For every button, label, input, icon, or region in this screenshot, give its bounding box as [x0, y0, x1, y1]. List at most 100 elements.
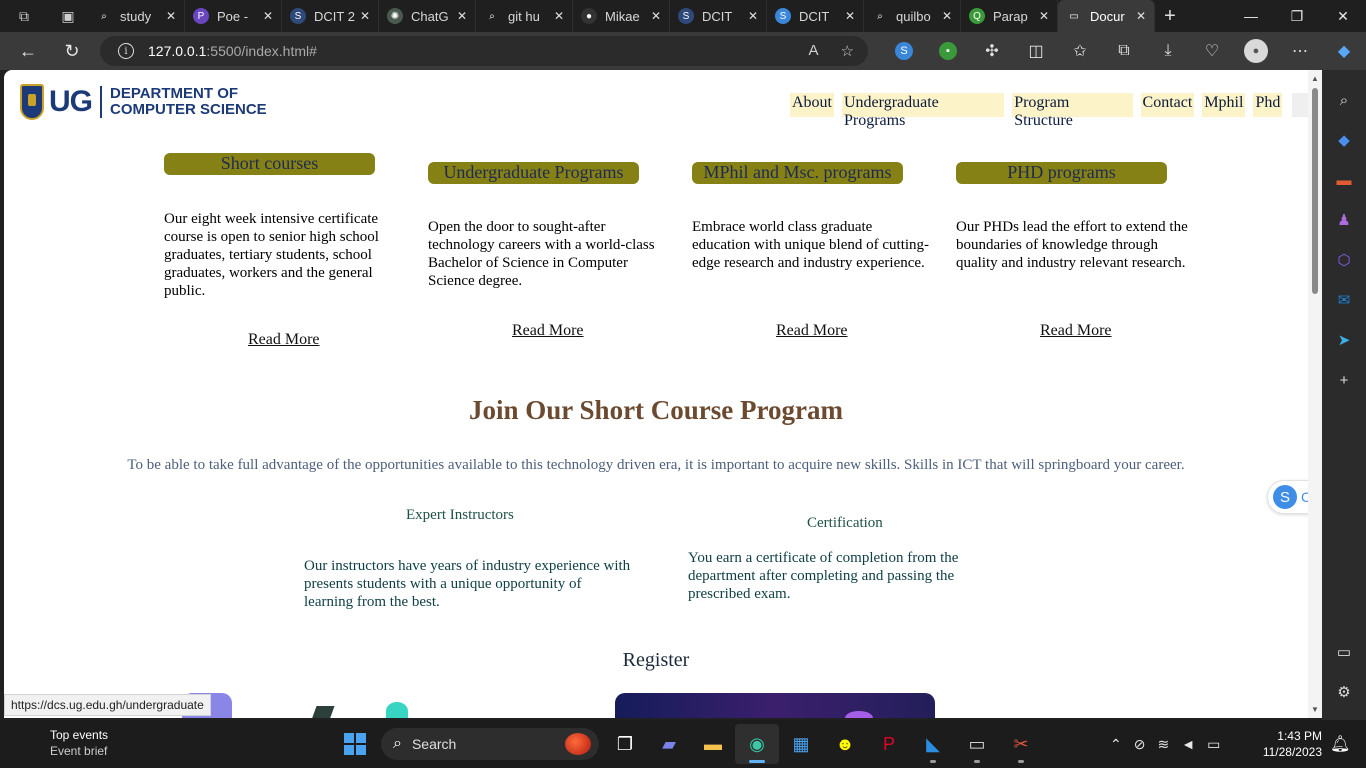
teams-chat-icon[interactable]: ▰ — [647, 724, 691, 764]
browser-tab[interactable]: ● Mikae ✕ — [573, 0, 670, 32]
scrollbar-thumb[interactable] — [1312, 88, 1318, 294]
browser-tab[interactable]: ⌕ quilbo ✕ — [864, 0, 961, 32]
browser-tab[interactable]: ▭ Docur ✕ — [1058, 0, 1155, 32]
sidebar-settings-icon[interactable]: ⚙ — [1330, 678, 1358, 706]
browser-tab[interactable]: S DCIT ✕ — [670, 0, 767, 32]
tab-actions-icon[interactable]: ▣ — [48, 0, 88, 32]
browser-tab[interactable]: S DCIT ✕ — [767, 0, 864, 32]
edge-browser-icon[interactable]: ◉ — [735, 724, 779, 764]
read-more-link[interactable]: Read More — [1040, 322, 1112, 340]
close-window-button[interactable]: ✕ — [1320, 0, 1366, 32]
logo-line-2: COMPUTER SCIENCE — [110, 101, 267, 118]
vscode-icon[interactable]: ◣ — [911, 724, 955, 764]
volume-icon[interactable]: ◄ — [1181, 736, 1195, 752]
close-tab-icon[interactable]: ✕ — [263, 9, 273, 23]
profile-avatar[interactable]: ● — [1234, 39, 1278, 63]
file-explorer-icon[interactable]: ▬ — [691, 724, 735, 764]
minimize-button[interactable]: — — [1228, 0, 1274, 32]
tray-overflow-icon[interactable]: ⌃ — [1110, 736, 1122, 753]
page-scrollbar[interactable]: ▲ ▼ — [1308, 70, 1322, 718]
snapchat-icon[interactable]: ☻ — [823, 724, 867, 764]
nav-phd[interactable]: Phd — [1253, 93, 1283, 117]
nav-contact[interactable]: Contact — [1140, 93, 1195, 117]
pinterest-icon[interactable]: P — [867, 724, 911, 764]
workspaces-icon[interactable]: ⧉ — [0, 0, 48, 32]
close-tab-icon[interactable]: ✕ — [1136, 9, 1146, 23]
site-logo[interactable]: UG DEPARTMENT OF COMPUTER SCIENCE — [20, 84, 267, 120]
taskbar-search[interactable]: ⌕ Search — [381, 728, 599, 760]
read-more-link[interactable]: Read More — [512, 322, 584, 340]
nav-mphil[interactable]: Mphil — [1202, 93, 1246, 117]
new-tab-button[interactable]: + — [1155, 0, 1185, 32]
nav-about[interactable]: About — [790, 93, 834, 117]
system-clock[interactable]: 1:43 PM 11/28/2023 — [1258, 728, 1322, 760]
sidebar-office-icon[interactable]: ⬡ — [1330, 246, 1358, 274]
widget-subtitle: Event brief — [50, 744, 108, 758]
sidebar-panel-icon[interactable]: ▭ — [1330, 638, 1358, 666]
sidebar-tools-icon[interactable]: ▬ — [1330, 166, 1358, 194]
nav-program-structure[interactable]: Program Structure — [1012, 93, 1133, 129]
task-view-icon[interactable]: ❐ — [603, 724, 647, 764]
site-info-icon[interactable]: i — [118, 43, 134, 59]
scroll-down-icon[interactable]: ▼ — [1311, 705, 1319, 714]
sidebar-add-icon[interactable]: + — [1330, 366, 1358, 394]
sidebar-send-icon[interactable]: ➤ — [1330, 326, 1358, 354]
close-tab-icon[interactable]: ✕ — [554, 9, 564, 23]
close-tab-icon[interactable]: ✕ — [360, 9, 370, 23]
close-tab-icon[interactable]: ✕ — [651, 9, 661, 23]
back-button[interactable]: ← — [8, 32, 48, 70]
notification-bell-icon[interactable]: 🔔︎ — [1330, 734, 1350, 754]
store-icon[interactable]: ▦ — [779, 724, 823, 764]
program-card-phd: PHD programs Our PHDs lead the effort to… — [956, 162, 1196, 339]
close-tab-icon[interactable]: ✕ — [1039, 9, 1049, 23]
collections-icon[interactable]: ⧉ — [1102, 42, 1146, 60]
sidebar-games-icon[interactable]: ♟ — [1330, 206, 1358, 234]
browser-tab[interactable]: ⌕ study ✕ — [88, 0, 185, 32]
card-text: Embrace world class graduate education w… — [692, 219, 930, 271]
browser-tab[interactable]: ⌕ git hu ✕ — [476, 0, 573, 32]
split-screen-icon[interactable]: ◫ — [1014, 41, 1058, 61]
feature-text-certification: You earn a certificate of completion fro… — [688, 550, 959, 602]
refresh-button[interactable]: ↻ — [52, 32, 92, 70]
extensions-icon[interactable]: ✣ — [970, 41, 1014, 61]
battery-icon[interactable]: ▭ — [1207, 736, 1220, 753]
widgets-button[interactable]: Top events Event brief — [50, 728, 108, 758]
close-tab-icon[interactable]: ✕ — [845, 9, 855, 23]
close-tab-icon[interactable]: ✕ — [748, 9, 758, 23]
address-bar[interactable]: i 127.0.0.1 :5500/index.html# A ☆ — [100, 36, 868, 66]
read-more-link[interactable]: Read More — [776, 322, 848, 340]
tab-label: DCIT — [799, 8, 830, 24]
browser-tab[interactable]: Q Parap ✕ — [961, 0, 1058, 32]
read-aloud-icon[interactable]: A — [809, 42, 819, 60]
copilot-icon[interactable]: ◆ — [1322, 41, 1366, 61]
start-button[interactable] — [333, 724, 377, 764]
snipping-tool-icon[interactable]: ✂ — [999, 724, 1043, 764]
browser-tab[interactable]: S DCIT 2 ✕ — [282, 0, 379, 32]
sidebar-outlook-icon[interactable]: ✉ — [1330, 286, 1358, 314]
read-more-link[interactable]: Read More — [248, 331, 320, 349]
dcit-icon: S — [290, 8, 306, 24]
extension-s-icon[interactable]: S — [882, 42, 926, 60]
browser-tab[interactable]: P Poe - ✕ — [185, 0, 282, 32]
close-tab-icon[interactable]: ✕ — [166, 9, 176, 23]
favorites-icon[interactable]: ✩ — [1058, 41, 1102, 61]
extension-bot-icon[interactable]: ▪ — [926, 42, 970, 60]
scroll-up-icon[interactable]: ▲ — [1311, 74, 1319, 83]
downloads-icon[interactable]: ⤓ — [1146, 42, 1190, 60]
close-tab-icon[interactable]: ✕ — [942, 9, 952, 23]
wifi-icon[interactable]: ≋ — [1157, 736, 1169, 753]
tray-location-icon[interactable]: ⊘ — [1134, 736, 1146, 753]
more-menu-icon[interactable]: ⋯ — [1278, 41, 1322, 61]
performance-icon[interactable]: ♡ — [1190, 41, 1234, 61]
sidebar-shopping-icon[interactable]: ◆ — [1330, 126, 1358, 154]
close-tab-icon[interactable]: ✕ — [457, 9, 467, 23]
browser-tab[interactable]: ✺ ChatG ✕ — [379, 0, 476, 32]
card-text: Our eight week intensive certificate cou… — [164, 211, 379, 299]
favorite-star-icon[interactable]: ☆ — [841, 42, 854, 60]
restore-button[interactable]: ❐ — [1274, 0, 1320, 32]
nav-undergraduate[interactable]: Undergraduate Programs — [842, 93, 1005, 129]
dcit-icon: S — [775, 8, 791, 24]
search-icon: ⌕ — [872, 8, 888, 24]
sidebar-search-icon[interactable]: ⌕ — [1330, 86, 1358, 114]
terminal-icon[interactable]: ▭ — [955, 724, 999, 764]
